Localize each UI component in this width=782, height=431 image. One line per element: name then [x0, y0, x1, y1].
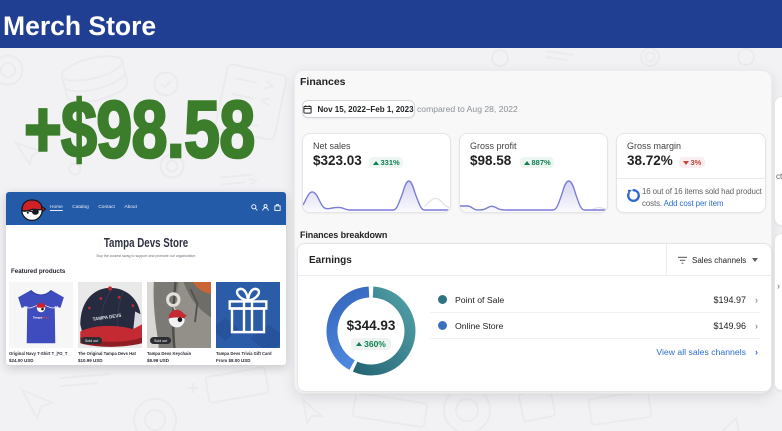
svg-text:TampaDevs: TampaDevs [33, 315, 50, 319]
